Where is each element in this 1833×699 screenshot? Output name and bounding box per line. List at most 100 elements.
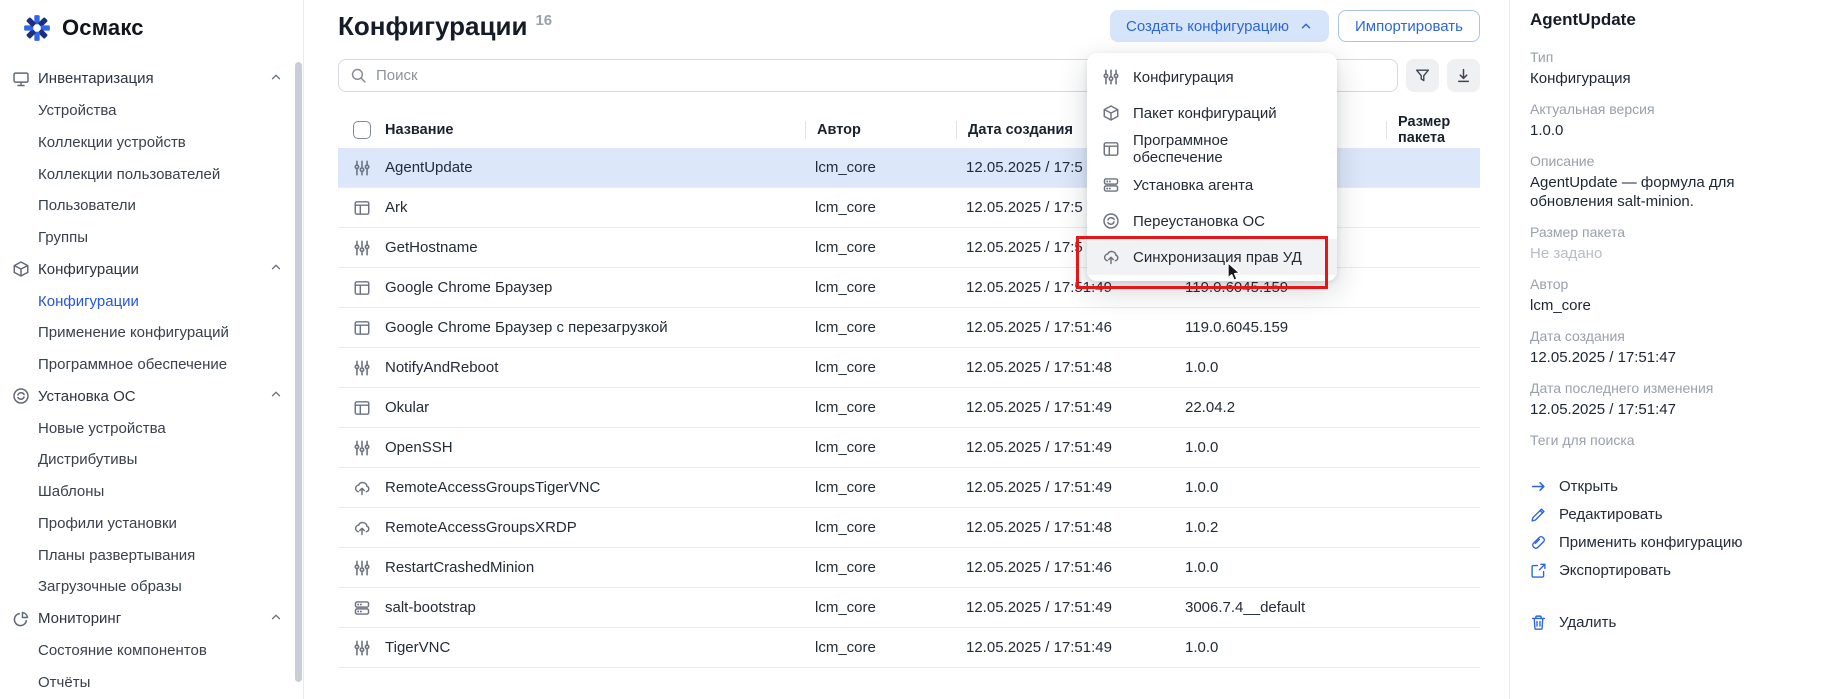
chevron-up-icon[interactable]	[269, 70, 283, 88]
import-button[interactable]: Импортировать	[1338, 10, 1480, 42]
import-button-label: Импортировать	[1355, 18, 1463, 35]
sidebar-group-monitoring[interactable]: Мониторинг	[0, 603, 303, 635]
config-version: 1.0.0	[1175, 359, 1386, 376]
config-created: 12.05.2025 / 17:51:46	[956, 319, 1175, 336]
create-button-label: Создать конфигурацию	[1126, 18, 1289, 35]
sidebar-item[interactable]: Планы развертывания	[0, 539, 303, 571]
config-author: lcm_core	[805, 159, 956, 176]
sidebar-item[interactable]: Дистрибутивы	[0, 444, 303, 476]
create-configuration-button[interactable]: Создать конфигурацию	[1110, 10, 1329, 42]
sidebar-item-label: Состояние компонентов	[38, 642, 207, 659]
panel-action[interactable]: Открыть	[1530, 472, 1809, 500]
download-icon	[1455, 67, 1472, 84]
menu-item[interactable]: Конфигурация	[1087, 59, 1337, 95]
field-label: Автор	[1530, 275, 1809, 294]
menu-item-label: Программное обеспечение	[1133, 132, 1322, 166]
table-row[interactable]: RemoteAccessGroupsTigerVNC lcm_core 12.0…	[338, 468, 1480, 508]
sidebar-item[interactable]: Коллекции устройств	[0, 127, 303, 159]
table-row[interactable]: salt-bootstrap lcm_core 12.05.2025 / 17:…	[338, 588, 1480, 628]
trash-icon	[1530, 614, 1547, 631]
sidebar-item[interactable]: Устройства	[0, 95, 303, 127]
panel-action[interactable]: Экспортировать	[1530, 556, 1809, 584]
menu-item[interactable]: Программное обеспечение	[1087, 131, 1337, 167]
config-version: 1.0.0	[1175, 479, 1386, 496]
select-all-checkbox[interactable]	[353, 121, 371, 139]
sidebar-item[interactable]: Профили установки	[0, 508, 303, 540]
sidebar-item[interactable]: Отчёты	[0, 666, 303, 698]
sidebar-item[interactable]: Коллекции пользователей	[0, 158, 303, 190]
field-value: 12.05.2025 / 17:51:47	[1530, 348, 1809, 367]
field-label: Тип	[1530, 48, 1809, 67]
export-table-button[interactable]	[1447, 59, 1480, 92]
cloud-sync-icon	[1102, 248, 1120, 266]
sliders-icon	[353, 439, 371, 457]
table-row[interactable]: NotifyAndReboot lcm_core 12.05.2025 / 17…	[338, 348, 1480, 388]
sidebar-item[interactable]: Шаблоны	[0, 476, 303, 508]
sidebar-group-items: Новые устройстваДистрибутивы Шаблоны Профи…	[0, 412, 303, 603]
config-version: 1.0.2	[1175, 519, 1386, 536]
config-name: RemoteAccessGroupsTigerVNC	[385, 479, 600, 496]
table-row[interactable]: Google Chrome Браузер с перезагрузкой lc…	[338, 308, 1480, 348]
sidebar-item[interactable]: Конфигурации	[0, 285, 303, 317]
sidebar-nav: Инвентаризация Устройства Коллекции устро…	[0, 63, 303, 698]
app-window: Осмакс Инвентаризация Устройства Коллекци…	[0, 0, 1833, 699]
sliders-icon	[353, 359, 371, 377]
sidebar-item-label: Коллекции устройств	[38, 134, 186, 151]
sidebar-group-items: Состояние компонентов Отчёты	[0, 635, 303, 699]
monitor-icon	[12, 69, 32, 89]
software-icon	[353, 319, 371, 337]
field-value: lcm_core	[1530, 296, 1809, 315]
sidebar-group-inventory[interactable]: Инвентаризация	[0, 63, 303, 95]
chevron-up-icon[interactable]	[269, 387, 283, 405]
config-version: 3006.7.4__default	[1175, 599, 1386, 616]
cursor-pointer-icon	[1223, 261, 1245, 283]
config-name: GetHostname	[385, 239, 478, 256]
sidebar-item[interactable]: Применение конфигураций	[0, 317, 303, 349]
sidebar-item[interactable]: Загрузочные образы	[0, 571, 303, 603]
field-label: Теги для поиска	[1530, 431, 1809, 450]
sidebar-item-label: Группы	[38, 229, 88, 246]
sidebar-item-label: Конфигурации	[38, 293, 139, 310]
table-row[interactable]: TigerVNC lcm_core 12.05.2025 / 17:51:49 …	[338, 628, 1480, 668]
sidebar-item[interactable]: Новые устройства	[0, 412, 303, 444]
sidebar-item[interactable]: Программное обеспечение	[0, 349, 303, 381]
panel-action[interactable]: Редактировать	[1530, 500, 1809, 528]
delete-action[interactable]: Удалить	[1530, 608, 1809, 636]
config-name: Google Chrome Браузер	[385, 279, 552, 296]
sidebar-group-items: Конфигурации Применение конфигурацийПрогр…	[0, 285, 303, 380]
menu-item[interactable]: Пакет конфигураций	[1087, 95, 1337, 131]
sidebar-group-label: Инвентаризация	[38, 70, 154, 87]
delete-action-label: Удалить	[1559, 614, 1616, 631]
table-row[interactable]: OpenSSH lcm_core 12.05.2025 / 17:51:49 1…	[338, 428, 1480, 468]
panel-action-label: Открыть	[1559, 478, 1618, 495]
config-version: 1.0.0	[1175, 639, 1386, 656]
menu-item[interactable]: Переустановка ОС	[1087, 203, 1337, 239]
detail-field: Тип Конфигурация	[1530, 48, 1809, 88]
sidebar-group-configurations[interactable]: Конфигурации	[0, 254, 303, 286]
pinwheel-logo-icon	[22, 13, 52, 43]
config-name: salt-bootstrap	[385, 599, 476, 616]
table-row[interactable]: RestartCrashedMinion lcm_core 12.05.2025…	[338, 548, 1480, 588]
sidebar-item[interactable]: Состояние компонентов	[0, 635, 303, 667]
app-name: Осмакс	[62, 15, 144, 41]
sliders-icon	[1102, 68, 1120, 86]
chevron-up-icon[interactable]	[269, 610, 283, 628]
table-row[interactable]: RemoteAccessGroupsXRDP lcm_core 12.05.20…	[338, 508, 1480, 548]
menu-item[interactable]: Синхронизация прав УД	[1087, 239, 1337, 275]
field-label: Дата создания	[1530, 327, 1809, 346]
sidebar-item[interactable]: Группы	[0, 222, 303, 254]
config-created: 12.05.2025 / 17:51:48	[956, 519, 1175, 536]
menu-item[interactable]: Установка агента	[1087, 167, 1337, 203]
filter-button[interactable]	[1406, 59, 1439, 92]
sidebar-item[interactable]: Пользователи	[0, 190, 303, 222]
sidebar-item-label: Шаблоны	[38, 483, 104, 500]
config-created: 12.05.2025 / 17:51:49	[956, 399, 1175, 416]
panel-action[interactable]: Применить конфигурацию	[1530, 528, 1809, 556]
software-icon	[353, 399, 371, 417]
table-row[interactable]: Okular lcm_core 12.05.2025 / 17:51:49 22…	[338, 388, 1480, 428]
config-name: TigerVNC	[385, 639, 450, 656]
sidebar-scrollbar[interactable]	[295, 62, 302, 682]
chevron-up-icon[interactable]	[269, 260, 283, 278]
sidebar-group-os-install[interactable]: Установка ОС	[0, 381, 303, 413]
field-label: Дата последнего изменения	[1530, 379, 1809, 398]
